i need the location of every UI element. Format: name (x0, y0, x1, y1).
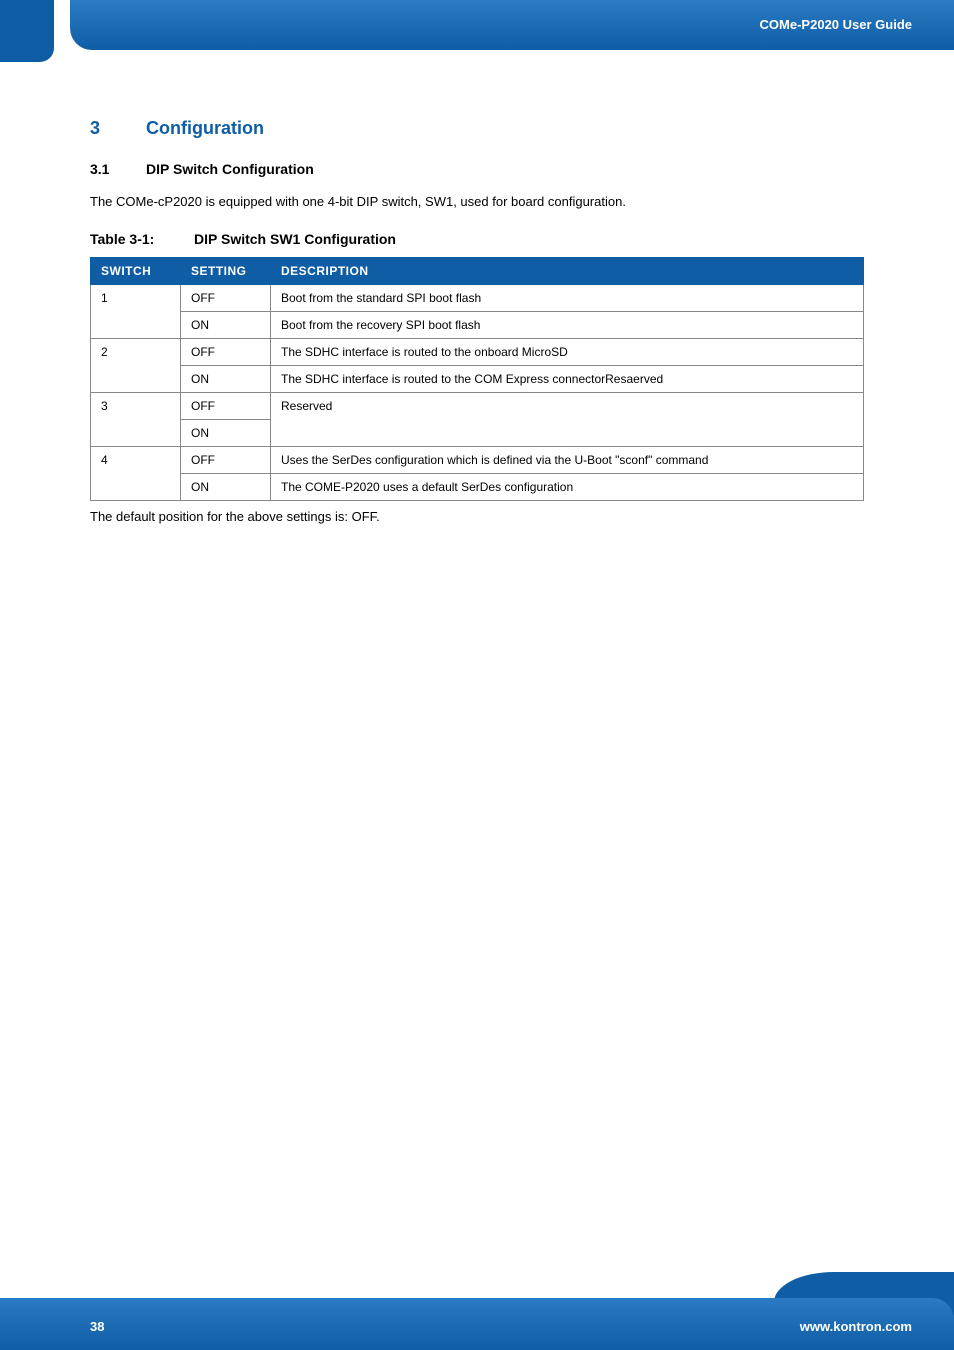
table-row: 1 OFF Boot from the standard SPI boot fl… (91, 285, 864, 312)
page-number: 38 (90, 1319, 104, 1334)
cell-description: The SDHC interface is routed to the onbo… (271, 339, 864, 366)
cell-description: The SDHC interface is routed to the COM … (271, 366, 864, 393)
cell-setting: ON (181, 420, 271, 447)
intro-paragraph: The COMe-cP2020 is equipped with one 4-b… (90, 193, 864, 211)
cell-setting: OFF (181, 339, 271, 366)
table-caption: Table 3-1:DIP Switch SW1 Configuration (90, 231, 864, 247)
cell-switch: 2 (91, 339, 181, 393)
header-left-accent (0, 0, 54, 62)
header-banner: COMe-P2020 User Guide (70, 0, 954, 50)
cell-switch: 1 (91, 285, 181, 339)
subsection-heading: 3.1DIP Switch Configuration (90, 161, 864, 177)
table-caption-label: Table 3-1: (90, 231, 194, 247)
cell-description: Reserved (271, 393, 864, 447)
section-heading: 3Configuration (90, 118, 864, 139)
table-header-row: SWITCH SETTING DESCRIPTION (91, 258, 864, 285)
after-table-note: The default position for the above setti… (90, 509, 864, 524)
cell-switch: 4 (91, 447, 181, 501)
page-content: 3Configuration 3.1DIP Switch Configurati… (0, 62, 954, 524)
config-table: SWITCH SETTING DESCRIPTION 1 OFF Boot fr… (90, 257, 864, 501)
cell-setting: OFF (181, 285, 271, 312)
table-row: 3 OFF Reserved (91, 393, 864, 420)
th-description: DESCRIPTION (271, 258, 864, 285)
cell-description: Boot from the standard SPI boot flash (271, 285, 864, 312)
cell-setting: OFF (181, 447, 271, 474)
table-row: 4 OFF Uses the SerDes configuration whic… (91, 447, 864, 474)
th-setting: SETTING (181, 258, 271, 285)
cell-setting: OFF (181, 393, 271, 420)
cell-setting: ON (181, 366, 271, 393)
header-title: COMe-P2020 User Guide (760, 17, 912, 32)
cell-setting: ON (181, 312, 271, 339)
cell-description: The COME-P2020 uses a default SerDes con… (271, 474, 864, 501)
table-row: ON The COME-P2020 uses a default SerDes … (91, 474, 864, 501)
subsection-number: 3.1 (90, 161, 146, 177)
table-row: 2 OFF The SDHC interface is routed to th… (91, 339, 864, 366)
page-header: COMe-P2020 User Guide (0, 0, 954, 62)
footer-url: www.kontron.com (800, 1319, 912, 1334)
cell-setting: ON (181, 474, 271, 501)
page-footer: 38 www.kontron.com (0, 1272, 954, 1350)
cell-description: Boot from the recovery SPI boot flash (271, 312, 864, 339)
cell-switch: 3 (91, 393, 181, 447)
th-switch: SWITCH (91, 258, 181, 285)
table-row: ON The SDHC interface is routed to the C… (91, 366, 864, 393)
table-row: ON Boot from the recovery SPI boot flash (91, 312, 864, 339)
section-title: Configuration (146, 118, 264, 138)
subsection-title: DIP Switch Configuration (146, 161, 314, 177)
section-number: 3 (90, 118, 146, 139)
cell-description: Uses the SerDes configuration which is d… (271, 447, 864, 474)
table-caption-title: DIP Switch SW1 Configuration (194, 231, 396, 247)
